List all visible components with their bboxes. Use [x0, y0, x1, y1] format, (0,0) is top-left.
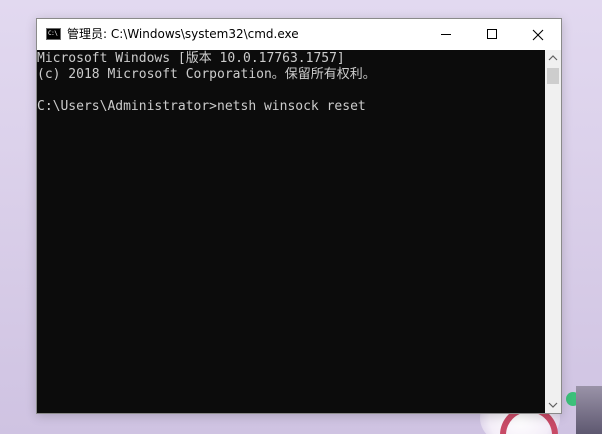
- wallpaper-decoration: [576, 386, 602, 434]
- minimize-icon: [441, 34, 451, 35]
- console-output[interactable]: Microsoft Windows [版本 10.0.17763.1757] (…: [37, 50, 545, 413]
- chevron-down-icon[interactable]: [545, 396, 561, 413]
- title-bar[interactable]: C:\ 管理员: C:\Windows\system32\cmd.exe: [37, 19, 561, 50]
- cmd-icon-glyph: C:\: [48, 30, 58, 37]
- cmd-icon[interactable]: C:\: [46, 28, 61, 40]
- maximize-button[interactable]: [469, 19, 515, 50]
- console-line: (c) 2018 Microsoft Corporation。保留所有权利。: [37, 67, 376, 82]
- close-icon: [532, 29, 544, 41]
- maximize-icon: [487, 29, 497, 39]
- chevron-up-icon[interactable]: [545, 50, 561, 67]
- minimize-button[interactable]: [423, 19, 469, 50]
- close-button[interactable]: [515, 19, 561, 50]
- console-prompt-line: C:\Users\Administrator>netsh winsock res…: [37, 99, 366, 114]
- window-title: 管理员: C:\Windows\system32\cmd.exe: [67, 27, 299, 41]
- cmd-window[interactable]: C:\ 管理员: C:\Windows\system32\cmd.exe Mic…: [36, 18, 562, 414]
- scrollbar-thumb[interactable]: [547, 68, 559, 84]
- vertical-scrollbar[interactable]: [545, 50, 561, 413]
- console-line: Microsoft Windows [版本 10.0.17763.1757]: [37, 51, 345, 66]
